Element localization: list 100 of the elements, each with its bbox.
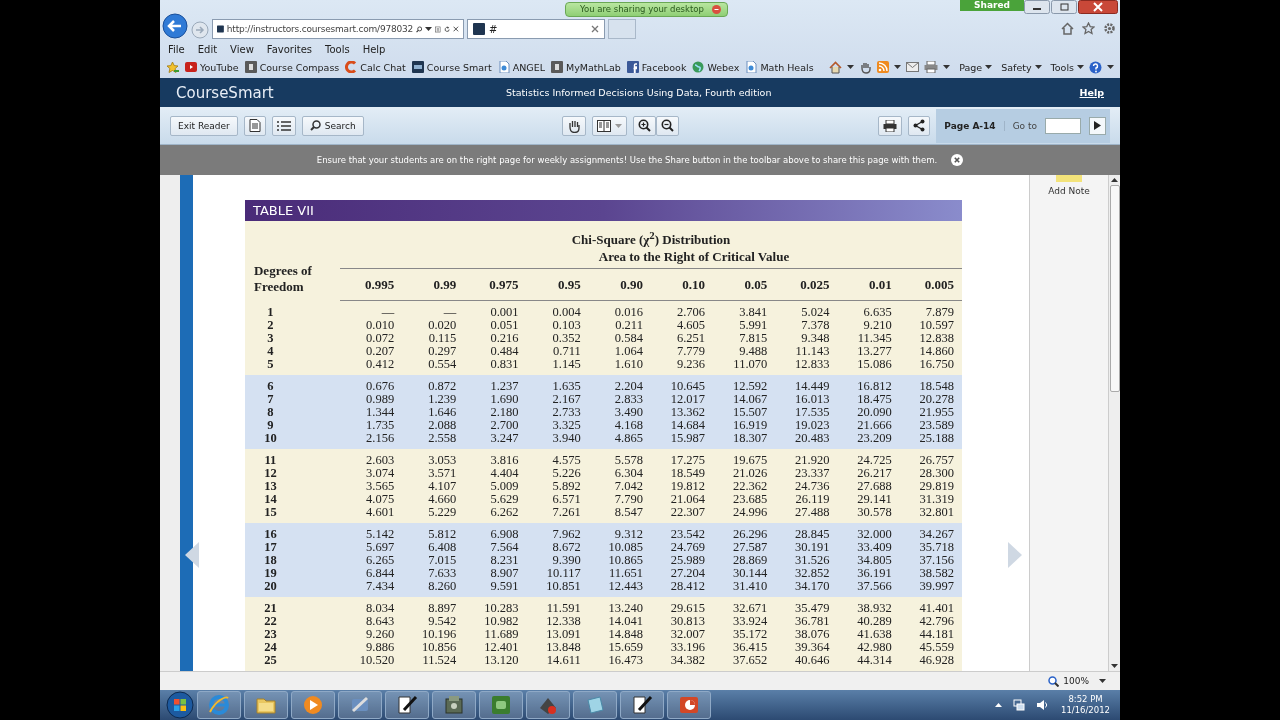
- zoom-in-button[interactable]: [633, 115, 657, 136]
- table-cell: 9.591: [464, 580, 527, 598]
- command-menu[interactable]: Tools: [1050, 61, 1084, 73]
- favorites-link[interactable]: ANGEL: [497, 61, 546, 73]
- table-cell: 11.591: [526, 597, 589, 616]
- document-icon: [248, 119, 261, 132]
- table-cell: 23.589: [899, 419, 962, 433]
- table-cell: 6.571: [526, 493, 589, 507]
- table-cell: 0.554: [402, 358, 465, 376]
- favorites-star-icon[interactable]: [166, 60, 179, 74]
- table-cell: 13.362: [650, 406, 714, 420]
- caret-icon: [1077, 65, 1084, 69]
- stop-icon[interactable]: [453, 24, 459, 34]
- menu-item[interactable]: Tools: [325, 43, 350, 55]
- minimize-button[interactable]: [1024, 0, 1050, 14]
- refresh-icon[interactable]: [444, 23, 451, 35]
- scroll-up-icon[interactable]: [1111, 178, 1118, 182]
- star-icon[interactable]: [1082, 22, 1095, 35]
- settings-icon[interactable]: [1103, 22, 1116, 35]
- command-menu[interactable]: Safety: [1001, 61, 1042, 73]
- taskbar-button[interactable]: [385, 691, 429, 719]
- search-icon[interactable]: [416, 23, 423, 35]
- scroll-thumb[interactable]: [1109, 185, 1120, 392]
- back-button[interactable]: [162, 13, 188, 39]
- table-cell: 46.928: [899, 654, 962, 672]
- table-cell: 14.041: [588, 615, 651, 629]
- table-cell: 11.524: [402, 654, 465, 672]
- address-bar[interactable]: http://instructors.coursesmart.com/978032: [212, 19, 464, 39]
- table-cell: 39.997: [899, 580, 962, 598]
- show-hidden-icons-icon[interactable]: [995, 703, 1002, 707]
- exit-reader-button[interactable]: Exit Reader: [170, 115, 238, 136]
- zoom-control[interactable]: 100%: [1048, 675, 1089, 687]
- page-input[interactable]: [1045, 117, 1081, 134]
- close-icon[interactable]: [591, 25, 599, 33]
- table-cell: 0.989: [339, 393, 403, 407]
- table-cell: 2.833: [588, 393, 651, 407]
- favorites-link[interactable]: Course Smart: [411, 61, 492, 73]
- print-icon[interactable]: [924, 61, 939, 73]
- zoom-out-button[interactable]: [656, 115, 680, 136]
- table-cell: 8.907: [464, 567, 527, 581]
- network-icon[interactable]: [1013, 699, 1025, 711]
- menu-item[interactable]: Favorites: [266, 43, 312, 55]
- favorites-link[interactable]: Math Heals: [745, 61, 814, 73]
- row-header: 25: [244, 654, 340, 672]
- table-cell: 7.434: [339, 580, 403, 598]
- table-cell: 26.119: [775, 493, 838, 507]
- home-icon[interactable]: [1061, 22, 1074, 35]
- table-cell: 21.955: [899, 406, 962, 420]
- favorites-link[interactable]: Webex: [692, 61, 740, 73]
- table-cell: 2.603: [339, 449, 403, 468]
- favorites-link[interactable]: MyMathLab: [551, 61, 621, 73]
- go-button[interactable]: [1089, 116, 1106, 135]
- favorites-link[interactable]: Facebook: [626, 61, 687, 73]
- start-button[interactable]: [166, 691, 194, 719]
- help-icon[interactable]: [1089, 60, 1102, 74]
- table-cell: 7.633: [402, 567, 465, 581]
- table-cell: 10.865: [588, 554, 651, 568]
- table-cell: 2.700: [464, 419, 527, 433]
- command-menu[interactable]: Page: [959, 61, 993, 73]
- table-cell: 39.364: [775, 641, 838, 655]
- search-button[interactable]: Search: [301, 115, 364, 136]
- menu-item[interactable]: View: [230, 43, 254, 55]
- menu-item[interactable]: File: [168, 43, 185, 55]
- browser-tab[interactable]: #: [467, 19, 605, 39]
- contents-button[interactable]: [271, 115, 296, 136]
- add-note-link[interactable]: Add Note: [1048, 186, 1090, 196]
- table-cell: 32.007: [650, 628, 714, 642]
- print-button[interactable]: [878, 115, 903, 136]
- table-cell: 3.074: [339, 467, 403, 481]
- table-cell: 19.675: [713, 449, 776, 468]
- table-cell: 7.815: [713, 332, 776, 346]
- favorites-link[interactable]: Course Compass: [244, 61, 340, 73]
- table-cell: 1.735: [339, 419, 403, 433]
- square-logo-icon: [244, 61, 257, 73]
- table-cell: 10.085: [588, 541, 651, 555]
- view-mode-button[interactable]: [592, 115, 628, 136]
- table-cell: 33.409: [837, 541, 900, 555]
- table-cell: 3.841: [713, 300, 776, 320]
- close-button[interactable]: [1078, 0, 1118, 14]
- previous-page-arrow[interactable]: [185, 542, 199, 568]
- favorites-link[interactable]: YouTube: [185, 61, 239, 73]
- taskbar-button[interactable]: [620, 691, 664, 719]
- mail-icon[interactable]: [906, 62, 920, 72]
- stop-sharing-icon[interactable]: [711, 4, 721, 14]
- menu-item[interactable]: Help: [362, 43, 386, 55]
- page-view-button[interactable]: [243, 115, 266, 136]
- share-button[interactable]: [908, 115, 931, 136]
- help-link[interactable]: Help: [1079, 87, 1104, 98]
- home-icon[interactable]: [829, 60, 843, 74]
- speaker-icon[interactable]: [1036, 699, 1048, 711]
- scroll-down-icon[interactable]: [1111, 664, 1118, 668]
- table-cell: 8.034: [339, 597, 403, 616]
- close-icon[interactable]: [951, 154, 964, 166]
- hand-icon[interactable]: [859, 60, 873, 74]
- table-cell: 27.204: [650, 567, 714, 581]
- favorites-link[interactable]: Calc Chat: [345, 61, 406, 73]
- menu-item[interactable]: Edit: [197, 43, 218, 55]
- pan-button[interactable]: [562, 115, 587, 136]
- scrollbar[interactable]: [1108, 175, 1120, 671]
- table-cell: 16.013: [775, 393, 838, 407]
